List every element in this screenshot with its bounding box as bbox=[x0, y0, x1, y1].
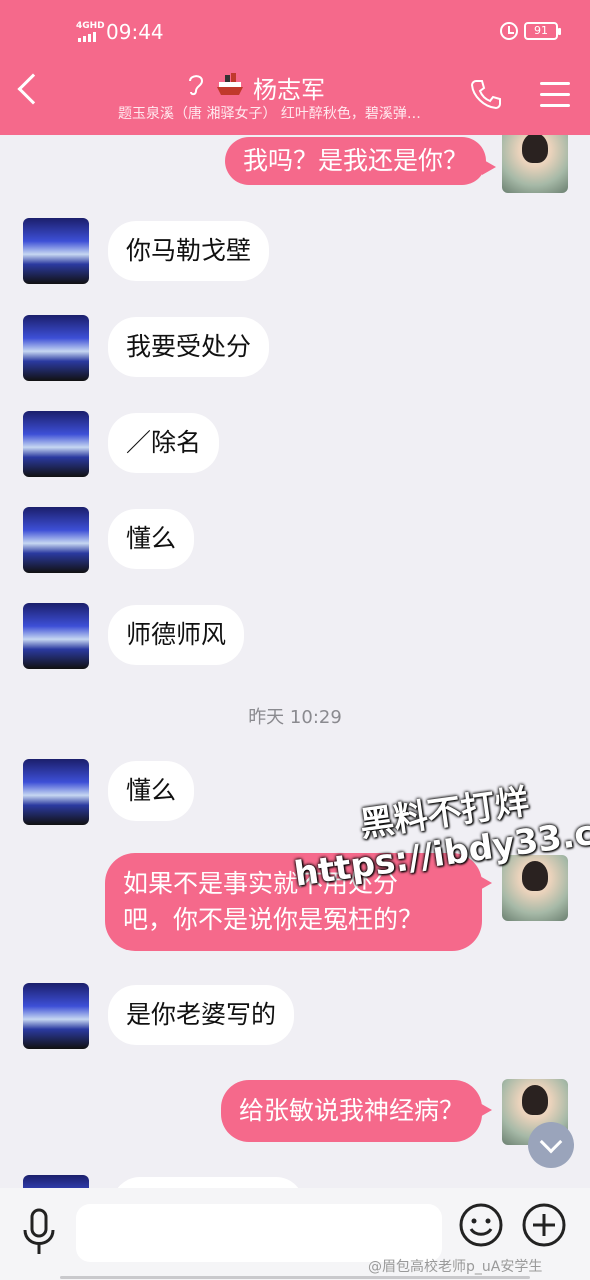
message-list[interactable]: 我吗？是我还是你？ 你马勒戈壁 我要受处分 ／除名 懂么 师德师风 昨天 10:… bbox=[0, 135, 590, 1190]
scroll-down-button[interactable] bbox=[528, 1122, 574, 1168]
source-credit: @眉包高校老师p_uA安学生 bbox=[368, 1259, 543, 1275]
alarm-icon bbox=[500, 22, 518, 40]
message-bubble-self[interactable]: 如果不是事实就不用处分 吧，你不是说你是冤枉的？ bbox=[105, 853, 492, 951]
battery-icon: 91 bbox=[524, 22, 561, 40]
chat-header: 4GHD 09:44 91 杨志军 题玉泉溪（唐 湘驿女子） 红叶醉秋色，碧溪弹… bbox=[0, 0, 590, 135]
contact-avatar[interactable] bbox=[23, 218, 89, 284]
contact-avatar[interactable] bbox=[23, 315, 89, 381]
contact-signature: 题玉泉溪（唐 湘驿女子） 红叶醉秋色，碧溪弹… bbox=[118, 106, 421, 122]
contact-avatar[interactable] bbox=[23, 983, 89, 1049]
plus-icon[interactable] bbox=[521, 1202, 567, 1248]
message-line: 吧，你不是说你是冤枉的？ bbox=[123, 905, 424, 934]
signal-icon bbox=[78, 32, 96, 42]
message-bubble[interactable]: 懂么 bbox=[108, 509, 195, 569]
self-avatar[interactable] bbox=[502, 135, 568, 193]
self-avatar[interactable] bbox=[502, 855, 568, 921]
contact-title[interactable]: 杨志军 bbox=[185, 71, 325, 104]
timestamp: 昨天 10:29 bbox=[248, 707, 342, 728]
input-bar: @眉包高校老师p_uA安学生 bbox=[0, 1188, 590, 1280]
message-input[interactable] bbox=[76, 1204, 442, 1262]
contact-avatar[interactable] bbox=[23, 759, 89, 825]
message-bubble[interactable]: ／除名 bbox=[108, 413, 220, 473]
ship-icon bbox=[215, 71, 245, 103]
message-bubble[interactable]: 懂么 bbox=[108, 761, 195, 821]
microphone-icon[interactable] bbox=[22, 1208, 56, 1254]
menu-icon[interactable] bbox=[540, 82, 570, 115]
message-line: 如果不是事实就不用处分 bbox=[123, 869, 399, 898]
message-bubble[interactable]: 你马勒戈壁 bbox=[108, 221, 270, 281]
message-bubble-self[interactable]: 我吗？是我还是你？ bbox=[224, 137, 497, 185]
message-bubble[interactable]: 是你老婆写的 bbox=[108, 985, 295, 1045]
message-bubble-self[interactable]: 给张敏说我神经病？ bbox=[220, 1080, 493, 1142]
contact-avatar[interactable] bbox=[23, 411, 89, 477]
contact-avatar[interactable] bbox=[23, 603, 89, 669]
network-type: 4GHD bbox=[76, 21, 105, 31]
status-time: 09:44 bbox=[106, 20, 164, 44]
phone-icon[interactable] bbox=[470, 78, 502, 117]
contact-avatar[interactable] bbox=[23, 507, 89, 573]
status-bar: 4GHD 09:44 91 bbox=[0, 18, 590, 48]
contact-name: 杨志军 bbox=[253, 75, 325, 104]
message-bubble[interactable]: 师德师风 bbox=[108, 605, 245, 665]
message-bubble[interactable]: 我要受处分 bbox=[108, 317, 270, 377]
back-icon[interactable] bbox=[17, 73, 49, 105]
ear-icon bbox=[185, 71, 207, 103]
home-indicator[interactable] bbox=[60, 1276, 530, 1279]
emoji-icon[interactable] bbox=[458, 1202, 504, 1248]
